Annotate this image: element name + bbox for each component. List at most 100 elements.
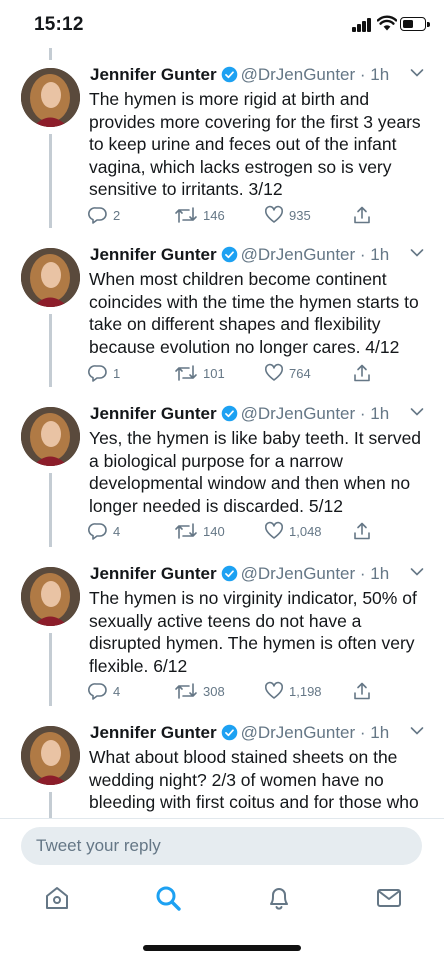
like-button[interactable]: 935 — [264, 204, 311, 226]
dot-separator: · — [355, 723, 371, 742]
reply-input[interactable]: Tweet your reply — [21, 827, 422, 865]
author-name[interactable]: Jennifer Gunter — [90, 723, 217, 742]
tweet[interactable]: Jennifer Gunter @DrJenGunter · 1h The hym… — [0, 547, 444, 706]
retweet-icon — [175, 365, 197, 381]
battery-icon — [400, 17, 430, 31]
thread-connector — [49, 134, 52, 228]
author-handle[interactable]: @DrJenGunter — [241, 65, 356, 84]
retweet-button[interactable]: 308 — [174, 680, 225, 702]
share-icon — [354, 522, 370, 540]
retweet-count: 140 — [203, 523, 225, 539]
author-name[interactable]: Jennifer Gunter — [90, 564, 217, 583]
thread-connector — [49, 473, 52, 547]
wifi-icon — [377, 15, 397, 31]
notifications-icon[interactable] — [265, 884, 293, 912]
like-button[interactable]: 1,198 — [264, 680, 322, 702]
status-bar: 15:12 — [0, 0, 444, 48]
thread-connector — [49, 633, 52, 706]
retweet-count: 308 — [203, 683, 225, 699]
author-handle[interactable]: @DrJenGunter — [241, 404, 356, 423]
tweet-text: When most children become continent coin… — [89, 269, 419, 357]
tweet-age: 1h — [370, 65, 390, 84]
tweet-age: 1h — [370, 245, 390, 264]
like-count: 1,198 — [289, 683, 322, 699]
reply-icon — [88, 523, 107, 540]
thread-connector — [49, 314, 52, 387]
avatar[interactable] — [21, 68, 80, 127]
verified-badge-icon — [221, 66, 237, 83]
tweet-text: What about blood stained sheets on the w… — [89, 747, 419, 818]
tweet-age: 1h — [370, 564, 390, 583]
reply-button[interactable]: 2 — [88, 204, 120, 226]
reply-button[interactable]: 1 — [88, 362, 120, 384]
tweet-actions: 4 308 1,198 — [88, 680, 388, 702]
author-handle[interactable]: @DrJenGunter — [241, 723, 356, 742]
author-handle[interactable]: @DrJenGunter — [241, 564, 356, 583]
like-count: 764 — [289, 365, 311, 381]
avatar[interactable] — [21, 567, 80, 626]
reply-icon — [88, 683, 107, 700]
tweet-actions: 1 101 764 — [88, 362, 388, 384]
avatar[interactable] — [21, 407, 80, 466]
tweet-text: Yes, the hymen is like baby teeth. It se… — [89, 428, 422, 516]
home-indicator — [143, 945, 301, 951]
tweet[interactable]: Jennifer Gunter @DrJenGunter · 1h Yes, th… — [0, 387, 444, 547]
chevron-down-icon[interactable] — [410, 567, 424, 577]
share-icon — [354, 206, 370, 224]
home-icon[interactable] — [43, 884, 71, 912]
heart-icon — [264, 681, 284, 699]
tweet[interactable]: Jennifer Gunter @DrJenGunter · 1h When mo… — [0, 228, 444, 387]
author-name[interactable]: Jennifer Gunter — [90, 65, 217, 84]
like-button[interactable]: 1,048 — [264, 520, 322, 542]
share-button[interactable] — [352, 680, 377, 702]
verified-badge-icon — [221, 724, 237, 741]
heart-icon — [264, 521, 284, 539]
cellular-signal-icon — [352, 18, 372, 32]
reply-button[interactable]: 4 — [88, 520, 120, 542]
share-icon — [354, 364, 370, 382]
heart-icon — [264, 363, 284, 381]
reply-button[interactable]: 4 — [88, 680, 120, 702]
messages-icon[interactable] — [375, 884, 403, 912]
tweet-thread[interactable]: Jennifer Gunter @DrJenGunter · 1h The hym… — [0, 48, 444, 818]
dot-separator: · — [355, 404, 371, 423]
like-count: 1,048 — [289, 523, 322, 539]
like-count: 935 — [289, 207, 311, 223]
reply-count: 4 — [113, 523, 121, 539]
chevron-down-icon[interactable] — [410, 248, 424, 258]
reply-count: 2 — [113, 207, 121, 223]
share-button[interactable] — [352, 362, 377, 384]
share-button[interactable] — [352, 204, 377, 226]
reply-count: 4 — [113, 683, 121, 699]
chevron-down-icon[interactable] — [410, 407, 424, 417]
retweet-button[interactable]: 146 — [174, 204, 225, 226]
avatar[interactable] — [21, 248, 80, 307]
tweet[interactable]: Jennifer Gunter @DrJenGunter · 1h What ab… — [0, 706, 444, 818]
tab-bar — [0, 872, 444, 960]
chevron-down-icon[interactable] — [410, 68, 424, 78]
author-name[interactable]: Jennifer Gunter — [90, 404, 217, 423]
verified-badge-icon — [221, 246, 237, 263]
share-button[interactable] — [352, 520, 377, 542]
like-button[interactable]: 764 — [264, 362, 311, 384]
reply-bar: Tweet your reply — [0, 818, 444, 872]
author-handle[interactable]: @DrJenGunter — [241, 245, 356, 264]
chevron-down-icon[interactable] — [410, 726, 424, 736]
retweet-button[interactable]: 140 — [174, 520, 225, 542]
retweet-button[interactable]: 101 — [174, 362, 225, 384]
tweet-header: Jennifer Gunter @DrJenGunter · 1h — [90, 563, 389, 585]
tweet[interactable]: Jennifer Gunter @DrJenGunter · 1h The hym… — [0, 48, 444, 228]
tweet-text: The hymen is no virginity indicator, 50%… — [89, 588, 417, 676]
dot-separator: · — [355, 564, 371, 583]
reply-icon — [88, 207, 107, 224]
author-name[interactable]: Jennifer Gunter — [90, 245, 217, 264]
reply-count: 1 — [113, 365, 121, 381]
retweet-icon — [175, 523, 197, 539]
dot-separator: · — [355, 245, 371, 264]
search-icon[interactable] — [154, 884, 182, 912]
retweet-icon — [175, 683, 197, 699]
retweet-icon — [175, 207, 197, 223]
retweet-count: 101 — [203, 365, 225, 381]
avatar[interactable] — [21, 726, 80, 785]
tweet-age: 1h — [370, 723, 390, 742]
